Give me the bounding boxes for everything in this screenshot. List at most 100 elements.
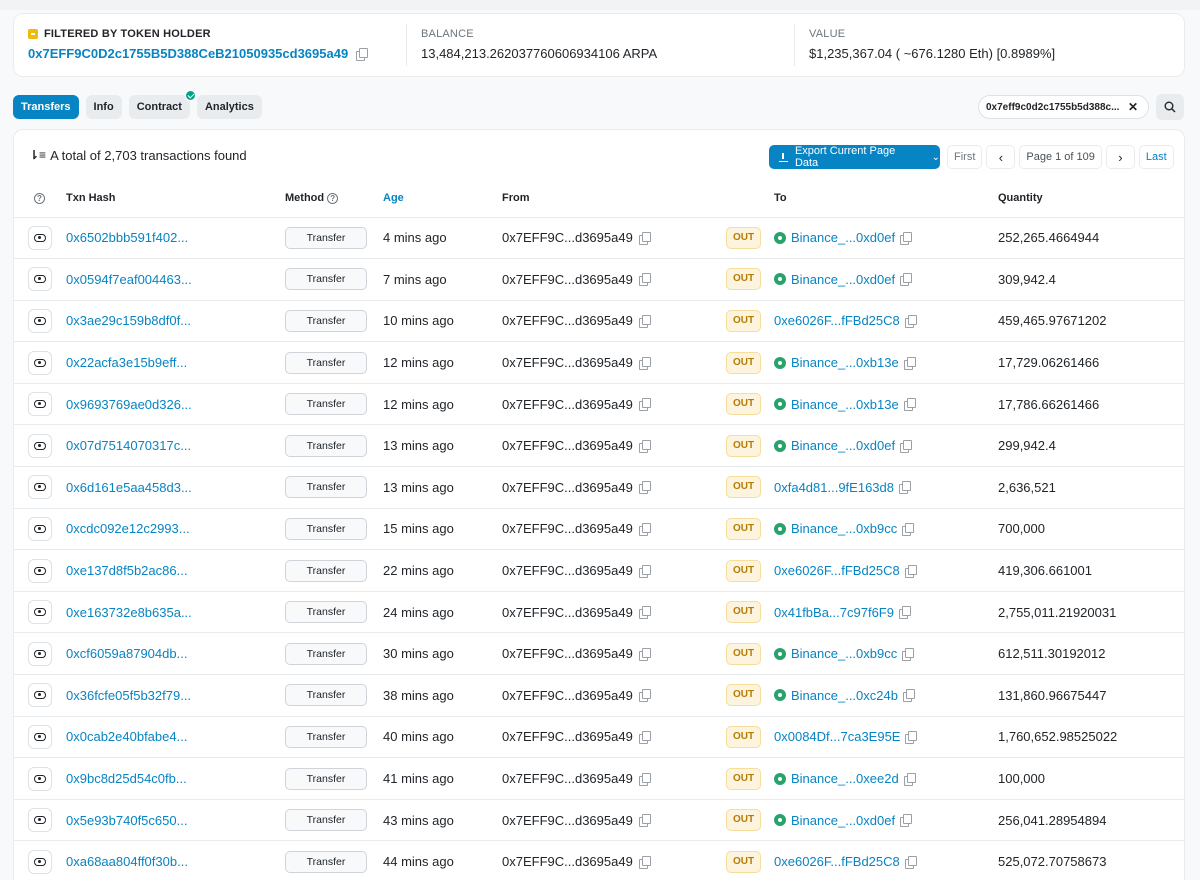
export-button[interactable]: Export Current Page Data ⌄: [769, 145, 940, 169]
page-first-button[interactable]: First: [947, 145, 983, 169]
view-details-button[interactable]: [28, 683, 52, 708]
page-prev-button[interactable]: ‹: [986, 145, 1016, 169]
to-address-link[interactable]: Binance_...0xd0ef: [791, 813, 895, 828]
verified-check-icon: [184, 90, 196, 101]
txn-hash-link[interactable]: 0x9693769ae0d326...: [66, 397, 192, 412]
copy-icon[interactable]: [638, 730, 651, 744]
copy-icon[interactable]: [902, 647, 915, 661]
copy-icon[interactable]: [902, 689, 915, 703]
copy-icon[interactable]: [638, 814, 651, 828]
to-address-link[interactable]: 0x0084Df...7ca3E95E: [774, 729, 900, 744]
to-address-link[interactable]: Binance_...0xd0ef: [791, 438, 895, 453]
view-details-button[interactable]: [28, 267, 52, 292]
txn-hash-link[interactable]: 0x07d7514070317c...: [66, 438, 191, 453]
copy-icon[interactable]: [638, 314, 651, 328]
copy-icon[interactable]: [638, 273, 651, 287]
copy-icon[interactable]: [905, 730, 918, 744]
copy-icon[interactable]: [904, 314, 917, 328]
tab-analytics[interactable]: Analytics: [196, 95, 262, 119]
view-details-button[interactable]: [28, 724, 52, 749]
copy-icon[interactable]: [900, 273, 913, 287]
view-details-button[interactable]: [28, 433, 52, 458]
to-address-link[interactable]: Binance_...0xb13e: [791, 355, 899, 370]
copy-icon[interactable]: [900, 814, 913, 828]
txn-hash-link[interactable]: 0x0cab2e40bfabe4...: [66, 729, 187, 744]
export-label: Export Current Page Data: [794, 145, 896, 169]
txn-hash-link[interactable]: 0x9bc8d25d54c0fb...: [66, 771, 187, 786]
to-address-link[interactable]: Binance_...0xb13e: [791, 397, 899, 412]
copy-icon[interactable]: [900, 231, 913, 245]
to-address-link[interactable]: Binance_...0xb9cc: [791, 646, 897, 661]
holder-address-link[interactable]: 0x7EFF9C0D2c1755B5D388CeB21050935cd3695a…: [28, 46, 348, 61]
copy-icon[interactable]: [638, 398, 651, 412]
to-address-link[interactable]: Binance_...0xd0ef: [791, 272, 895, 287]
method-help-icon[interactable]: ?: [327, 192, 339, 204]
copy-icon[interactable]: [638, 564, 651, 578]
txn-hash-link[interactable]: 0xcdc092e12c2993...: [66, 521, 190, 536]
view-details-button[interactable]: [28, 849, 52, 874]
txn-hash-link[interactable]: 0x0594f7eaf004463...: [66, 272, 192, 287]
to-address-link[interactable]: Binance_...0xb9cc: [791, 521, 897, 536]
copy-icon[interactable]: [903, 772, 916, 786]
copy-icon[interactable]: [904, 855, 917, 869]
view-details-button[interactable]: [28, 516, 52, 541]
txn-hash-link[interactable]: 0xa68aa804ff0f30b...: [66, 854, 188, 869]
to-address-link[interactable]: Binance_...0xd0ef: [791, 230, 895, 245]
page-next-button[interactable]: ›: [1105, 145, 1135, 169]
to-address-link[interactable]: 0xe6026F...fFBd25C8: [774, 563, 900, 578]
copy-icon[interactable]: [638, 481, 651, 495]
view-details-button[interactable]: [28, 475, 52, 500]
help-icon[interactable]: ?: [34, 192, 45, 204]
to-address-link[interactable]: 0xe6026F...fFBd25C8: [774, 313, 900, 328]
txn-hash-link[interactable]: 0xe137d8f5b2ac86...: [66, 563, 187, 578]
to-address-link[interactable]: 0x41fbBa...7c97f6F9: [774, 605, 894, 620]
to-address-link[interactable]: 0xe6026F...fFBd25C8: [774, 854, 900, 869]
copy-icon[interactable]: [638, 772, 651, 786]
view-details-button[interactable]: [28, 350, 52, 375]
copy-icon[interactable]: [356, 47, 369, 61]
copy-icon[interactable]: [638, 647, 651, 661]
clear-filter-close-icon[interactable]: ✕: [1128, 100, 1138, 114]
view-details-button[interactable]: [28, 308, 52, 333]
row-from-cell: 0x7EFF9C...d3695a49: [502, 840, 726, 880]
copy-icon[interactable]: [638, 522, 651, 536]
txn-hash-link[interactable]: 0xcf6059a87904db...: [66, 646, 187, 661]
copy-icon[interactable]: [638, 689, 651, 703]
copy-icon[interactable]: [638, 606, 651, 620]
copy-icon[interactable]: [902, 522, 915, 536]
copy-icon[interactable]: [638, 855, 651, 869]
view-details-button[interactable]: [28, 808, 52, 833]
view-details-button[interactable]: [28, 225, 52, 250]
copy-icon[interactable]: [904, 564, 917, 578]
view-details-button[interactable]: [28, 600, 52, 625]
txn-hash-link[interactable]: 0x5e93b740f5c650...: [66, 813, 187, 828]
copy-icon[interactable]: [903, 398, 916, 412]
view-details-button[interactable]: [28, 766, 52, 791]
copy-icon[interactable]: [903, 356, 916, 370]
txn-hash-link[interactable]: 0x22acfa3e15b9eff...: [66, 355, 187, 370]
copy-icon[interactable]: [898, 606, 911, 620]
col-age[interactable]: Age: [383, 180, 502, 218]
txn-hash-link[interactable]: 0xe163732e8b635a...: [66, 605, 192, 620]
txn-hash-link[interactable]: 0x3ae29c159b8df0f...: [66, 313, 191, 328]
view-details-button[interactable]: [28, 558, 52, 583]
view-details-button[interactable]: [28, 392, 52, 417]
txn-hash-link[interactable]: 0x6502bbb591f402...: [66, 230, 188, 245]
txn-hash-link[interactable]: 0x6d161e5aa458d3...: [66, 480, 192, 495]
copy-icon[interactable]: [638, 439, 651, 453]
txn-hash-link[interactable]: 0x36fcfe05f5b32f79...: [66, 688, 191, 703]
to-address-link[interactable]: Binance_...0xee2d: [791, 771, 899, 786]
view-details-button[interactable]: [28, 641, 52, 666]
to-address-link[interactable]: 0xfa4d81...9fE163d8: [774, 480, 894, 495]
search-button[interactable]: [1156, 94, 1184, 120]
copy-icon[interactable]: [638, 356, 651, 370]
copy-icon[interactable]: [899, 481, 911, 495]
row-direction-cell: OUT: [726, 466, 774, 509]
tab-contract[interactable]: Contract: [128, 90, 196, 119]
copy-icon[interactable]: [638, 231, 651, 245]
page-last-button[interactable]: Last: [1138, 145, 1174, 169]
tab-info[interactable]: Info: [85, 95, 122, 119]
to-address-link[interactable]: Binance_...0xc24b: [791, 688, 898, 703]
tab-transfers[interactable]: Transfers: [13, 95, 79, 119]
copy-icon[interactable]: [900, 439, 913, 453]
